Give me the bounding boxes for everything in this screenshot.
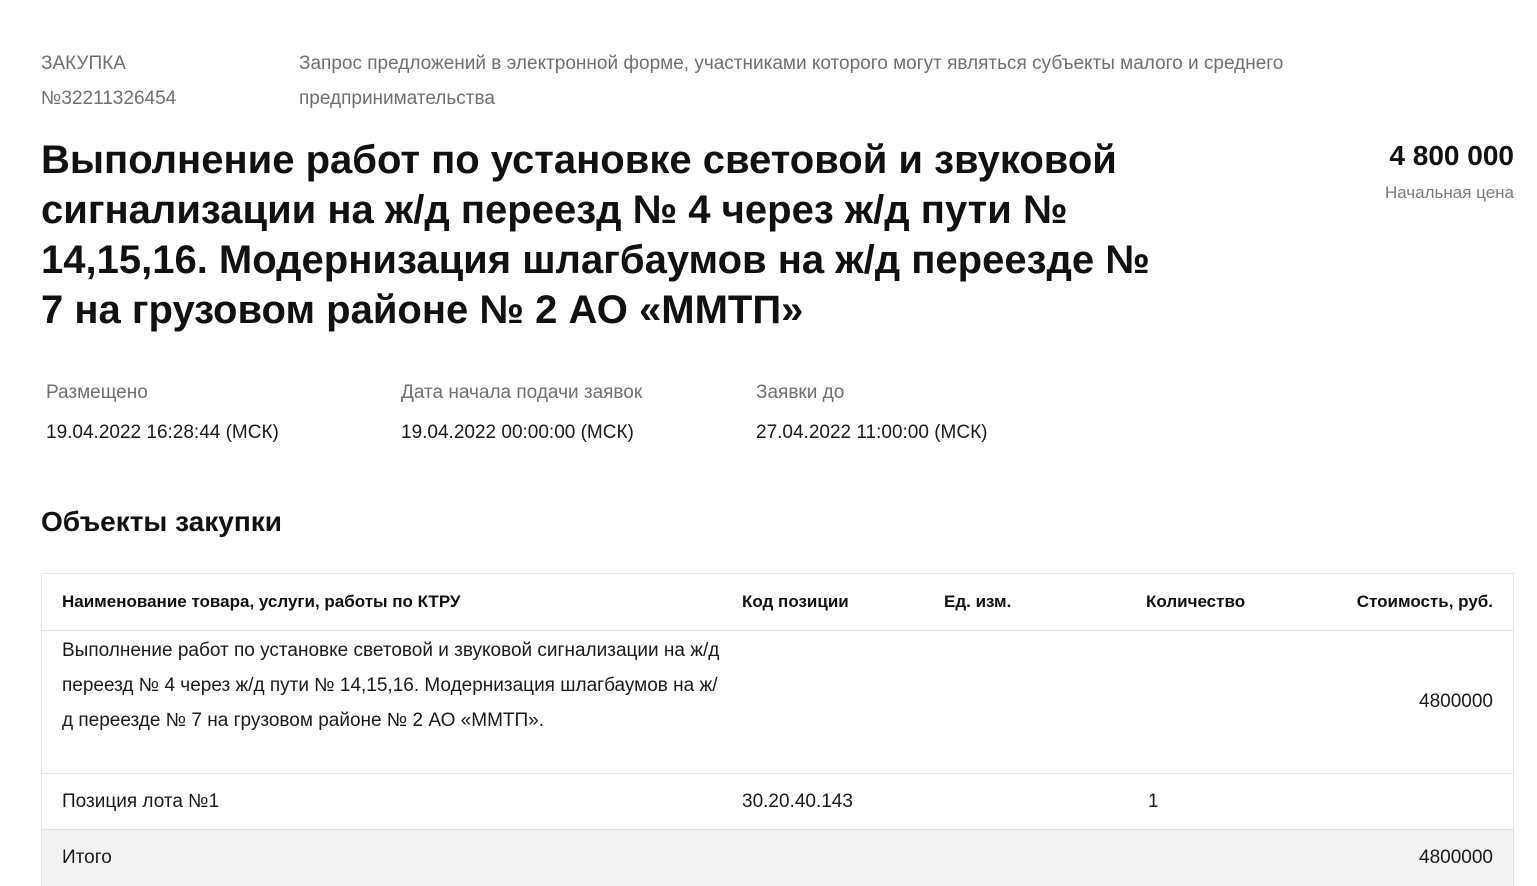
column-header-quantity: Количество bbox=[1146, 592, 1246, 611]
table-row: Позиция лота №1 30.20.40.143 1 bbox=[42, 774, 1513, 830]
date-start-label: Дата начала подачи заявок bbox=[401, 382, 643, 403]
objects-table: Наименование товара, услуги, работы по К… bbox=[41, 573, 1514, 886]
initial-price-value: 4 800 000 bbox=[1389, 140, 1514, 171]
procurement-type: Запрос предложений в электронной форме, … bbox=[299, 53, 1284, 109]
column-header-cost: Стоимость, руб. bbox=[1356, 592, 1493, 611]
initial-price: 4 800 000 Начальная цена bbox=[1385, 137, 1514, 211]
cell-quantity bbox=[1146, 631, 1348, 773]
cell-name: Позиция лота №1 bbox=[62, 790, 220, 812]
column-header-unit: Ед. изм. bbox=[944, 592, 1012, 611]
date-posted-label: Размещено bbox=[46, 382, 148, 403]
procurement-label: ЗАКУПКА bbox=[41, 53, 126, 74]
procurement-dates: Размещено 19.04.2022 16:28:44 (МСК) Дата… bbox=[46, 376, 1146, 456]
procurement-title: Выполнение работ по установке световой и… bbox=[41, 138, 1150, 332]
section-title-objects: Объекты закупки bbox=[41, 506, 282, 537]
cell-cost: 4800000 bbox=[1419, 691, 1493, 712]
cell-code bbox=[742, 631, 944, 773]
column-header-name: Наименование товара, услуги, работы по К… bbox=[62, 592, 461, 611]
date-deadline: Заявки до 27.04.2022 11:00:00 (МСК) bbox=[756, 376, 1096, 456]
column-header-code: Код позиции bbox=[742, 592, 849, 611]
cell-name: Выполнение работ по установке световой и… bbox=[42, 631, 742, 773]
procurement-header: ЗАКУПКА №32211326454 Запрос предложений … bbox=[41, 46, 1514, 118]
cell-name-text: Выполнение работ по установке световой и… bbox=[62, 640, 720, 731]
total-cost: 4800000 bbox=[1419, 847, 1493, 868]
date-posted-value: 19.04.2022 16:28:44 (МСК) bbox=[46, 422, 279, 443]
table-total-row: Итого 4800000 bbox=[42, 830, 1513, 886]
date-deadline-value: 27.04.2022 11:00:00 (МСК) bbox=[756, 422, 988, 443]
cell-unit bbox=[944, 631, 1146, 773]
procurement-number[interactable]: №32211326454 bbox=[41, 81, 241, 116]
total-label: Итого bbox=[62, 847, 112, 868]
procurement-id: ЗАКУПКА №32211326454 bbox=[41, 46, 241, 116]
cell-code: 30.20.40.143 bbox=[742, 790, 853, 812]
date-deadline-label: Заявки до bbox=[756, 382, 845, 403]
table-row: Выполнение работ по установке световой и… bbox=[42, 631, 1513, 774]
cell-quantity: 1 bbox=[1148, 790, 1159, 812]
initial-price-label: Начальная цена bbox=[1384, 183, 1514, 202]
date-start-value: 19.04.2022 00:00:00 (МСК) bbox=[401, 422, 634, 443]
table-header-row: Наименование товара, услуги, работы по К… bbox=[42, 574, 1513, 631]
date-posted: Размещено 19.04.2022 16:28:44 (МСК) bbox=[46, 376, 386, 456]
date-start: Дата начала подачи заявок 19.04.2022 00:… bbox=[401, 376, 741, 456]
